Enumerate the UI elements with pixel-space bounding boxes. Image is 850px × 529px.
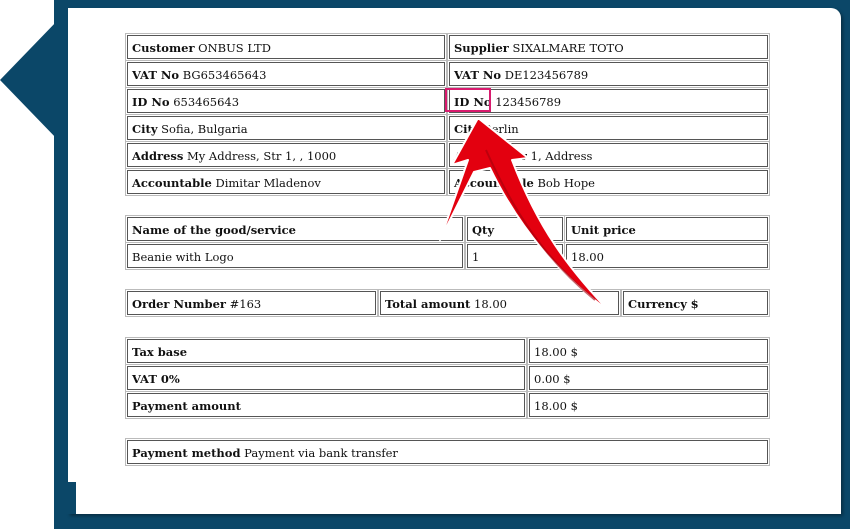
tax-base-label: Tax base — [125, 337, 527, 365]
highlight-box — [445, 88, 491, 112]
order-number-cell: Order Number #163 — [125, 289, 378, 317]
supplier-cell: Supplier SIXALMARE TOTO — [447, 33, 770, 61]
payment-amount-label: Payment amount — [125, 391, 527, 419]
supplier-accountable-cell: Accountable Bob Hope — [447, 168, 770, 196]
vat-label: VAT 0% — [125, 364, 527, 392]
goods-header-unit-price: Unit price — [564, 215, 770, 243]
currency-cell: Currency $ — [621, 289, 770, 317]
total-amount-cell: Total amount 18.00 — [378, 289, 621, 317]
vat-value: 0.00 $ — [527, 364, 770, 392]
customer-id-cell: ID No 653465643 — [125, 87, 447, 115]
tax-base-value: 18.00 $ — [527, 337, 770, 365]
customer-cell: Customer ONBUS LTD — [125, 33, 447, 61]
supplier-city-cell: City Berlin — [447, 114, 770, 142]
customer-address-cell: Address My Address, Str 1, , 1000 — [125, 141, 447, 169]
goods-row-unit-price: 18.00 — [564, 242, 770, 270]
supplier-id-cell: ID No 123456789 — [447, 87, 770, 115]
goods-header-qty: Qty — [465, 215, 565, 243]
goods-row-name: Beanie with Logo — [125, 242, 465, 270]
customer-vat-cell: VAT No BG653465643 — [125, 60, 447, 88]
supplier-address-cell: Address Str 1, Address — [447, 141, 770, 169]
payment-method-cell: Payment method Payment via bank transfer — [125, 438, 770, 466]
goods-header-name: Name of the good/service — [125, 215, 465, 243]
paper-edge — [64, 482, 76, 514]
customer-accountable-cell: Accountable Dimitar Mladenov — [125, 168, 447, 196]
customer-city-cell: City Sofia, Bulgaria — [125, 114, 447, 142]
left-arrow-tab — [0, 20, 58, 140]
payment-amount-value: 18.00 $ — [527, 391, 770, 419]
supplier-vat-cell: VAT No DE123456789 — [447, 60, 770, 88]
goods-row-qty: 1 — [465, 242, 565, 270]
